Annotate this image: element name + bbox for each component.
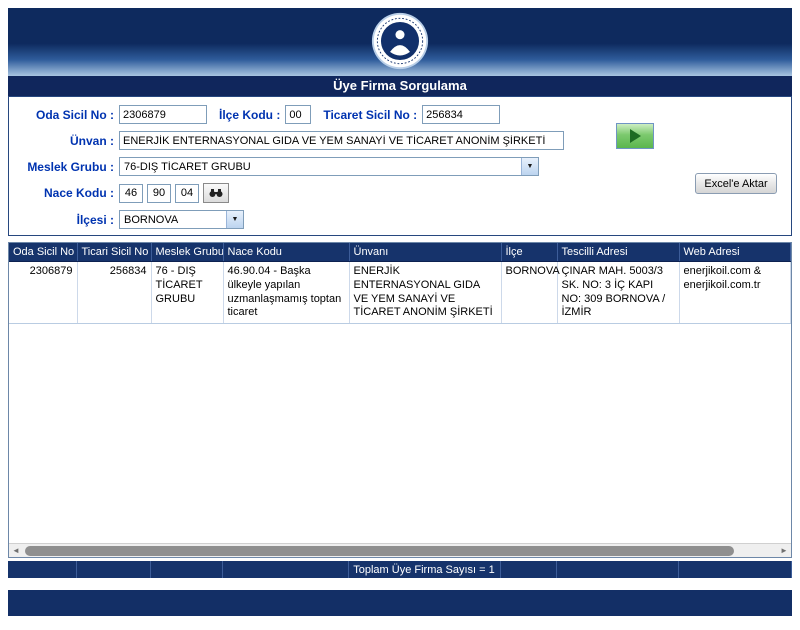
form-row-4: Nace Kodu : [9, 183, 791, 203]
nace-kodu-input-3[interactable] [175, 184, 199, 203]
ticaret-sicil-no-input[interactable] [422, 105, 500, 124]
col-header-nace-kodu[interactable]: Nace Kodu [223, 243, 349, 262]
meslek-grubu-label: Meslek Grubu : [9, 160, 119, 174]
nace-search-button[interactable] [203, 183, 229, 203]
cell-web-adresi: enerjikoil.com & enerjikoil.com.tr [679, 262, 791, 324]
scrollbar-track[interactable] [23, 544, 777, 558]
table-row[interactable]: 2306879 256834 76 - DIŞ TİCARET GRUBU 46… [9, 262, 791, 324]
results-grid: Oda Sicil No Ticari Sicil No Meslek Grub… [8, 242, 792, 558]
footer-row: Toplam Üye Firma Sayısı = 1 [8, 561, 792, 578]
chamber-logo-icon [371, 12, 429, 70]
play-icon [630, 129, 641, 143]
page-title: Üye Firma Sorgulama [8, 76, 792, 96]
unvan-input[interactable] [119, 131, 564, 150]
form-row-1: Oda Sicil No : İlçe Kodu : Ticaret Sicil… [9, 105, 791, 124]
uye-firma-sorgulama-page: Üye Firma Sorgulama Oda Sicil No : İlçe … [0, 0, 800, 630]
form-row-3: Meslek Grubu : 76-DIŞ TİCARET GRUBU ▼ [9, 157, 791, 176]
grid-empty-area [9, 324, 791, 543]
horizontal-scrollbar[interactable]: ◄ ► [9, 543, 791, 557]
nace-kodu-input-1[interactable] [119, 184, 143, 203]
chamber-logo [371, 12, 429, 75]
oda-sicil-no-input[interactable] [119, 105, 207, 124]
results-table: Oda Sicil No Ticari Sicil No Meslek Grub… [9, 243, 791, 324]
form-row-5: İlçesi : BORNOVA ▼ [9, 210, 791, 229]
cell-tescilli-adresi: ÇINAR MAH. 5003/3 SK. NO: 3 İÇ KAPI NO: … [557, 262, 679, 324]
ilce-kodu-label: İlçe Kodu : [207, 108, 285, 122]
excel-export-button[interactable]: Excel'e Aktar [695, 173, 777, 194]
cell-meslek-grubu: 76 - DIŞ TİCARET GRUBU [151, 262, 223, 324]
cell-ilce: BORNOVA [501, 262, 557, 324]
total-count-label: Toplam Üye Firma Sayısı = 1 [348, 561, 500, 578]
form-row-2: Ünvan : [9, 131, 791, 150]
footer-band [8, 590, 792, 616]
search-button[interactable] [616, 123, 654, 149]
scroll-right-icon[interactable]: ► [777, 544, 791, 558]
col-header-ilce[interactable]: İlçe [501, 243, 557, 262]
meslek-grubu-selected: 76-DIŞ TİCARET GRUBU [120, 161, 521, 173]
meslek-grubu-select[interactable]: 76-DIŞ TİCARET GRUBU ▼ [119, 157, 539, 176]
unvan-label: Ünvan : [9, 134, 119, 148]
grid-footer: Toplam Üye Firma Sayısı = 1 [8, 561, 792, 578]
cell-ticari-sicil-no: 256834 [77, 262, 151, 324]
header-banner [8, 8, 792, 76]
scrollbar-thumb[interactable] [25, 546, 734, 556]
search-form: Oda Sicil No : İlçe Kodu : Ticaret Sicil… [8, 96, 792, 236]
oda-sicil-no-label: Oda Sicil No : [9, 108, 119, 122]
chevron-down-icon[interactable]: ▼ [226, 211, 243, 228]
col-header-tescilli-adresi[interactable]: Tescilli Adresi [557, 243, 679, 262]
binoculars-icon [209, 188, 223, 198]
col-header-oda-sicil-no[interactable]: Oda Sicil No [9, 243, 77, 262]
ilcesi-label: İlçesi : [9, 213, 119, 227]
cell-unvani: ENERJİK ENTERNASYONAL GIDA VE YEM SANAYİ… [349, 262, 501, 324]
cell-oda-sicil-no: 2306879 [9, 262, 77, 324]
ilcesi-selected: BORNOVA [120, 214, 226, 226]
nace-kodu-input-2[interactable] [147, 184, 171, 203]
col-header-unvani[interactable]: Ünvanı [349, 243, 501, 262]
col-header-web-adresi[interactable]: Web Adresi [679, 243, 791, 262]
col-header-meslek-grubu[interactable]: Meslek Grubu [151, 243, 223, 262]
chevron-down-icon[interactable]: ▼ [521, 158, 538, 175]
cell-nace-kodu: 46.90.04 - Başka ülkeyle yapılan uzmanla… [223, 262, 349, 324]
nace-kodu-label: Nace Kodu : [9, 186, 119, 200]
table-header-row: Oda Sicil No Ticari Sicil No Meslek Grub… [9, 243, 791, 262]
ilcesi-select[interactable]: BORNOVA ▼ [119, 210, 244, 229]
scroll-left-icon[interactable]: ◄ [9, 544, 23, 558]
ticaret-sicil-no-label: Ticaret Sicil No : [311, 108, 422, 122]
col-header-ticari-sicil-no[interactable]: Ticari Sicil No [77, 243, 151, 262]
ilce-kodu-input[interactable] [285, 105, 311, 124]
